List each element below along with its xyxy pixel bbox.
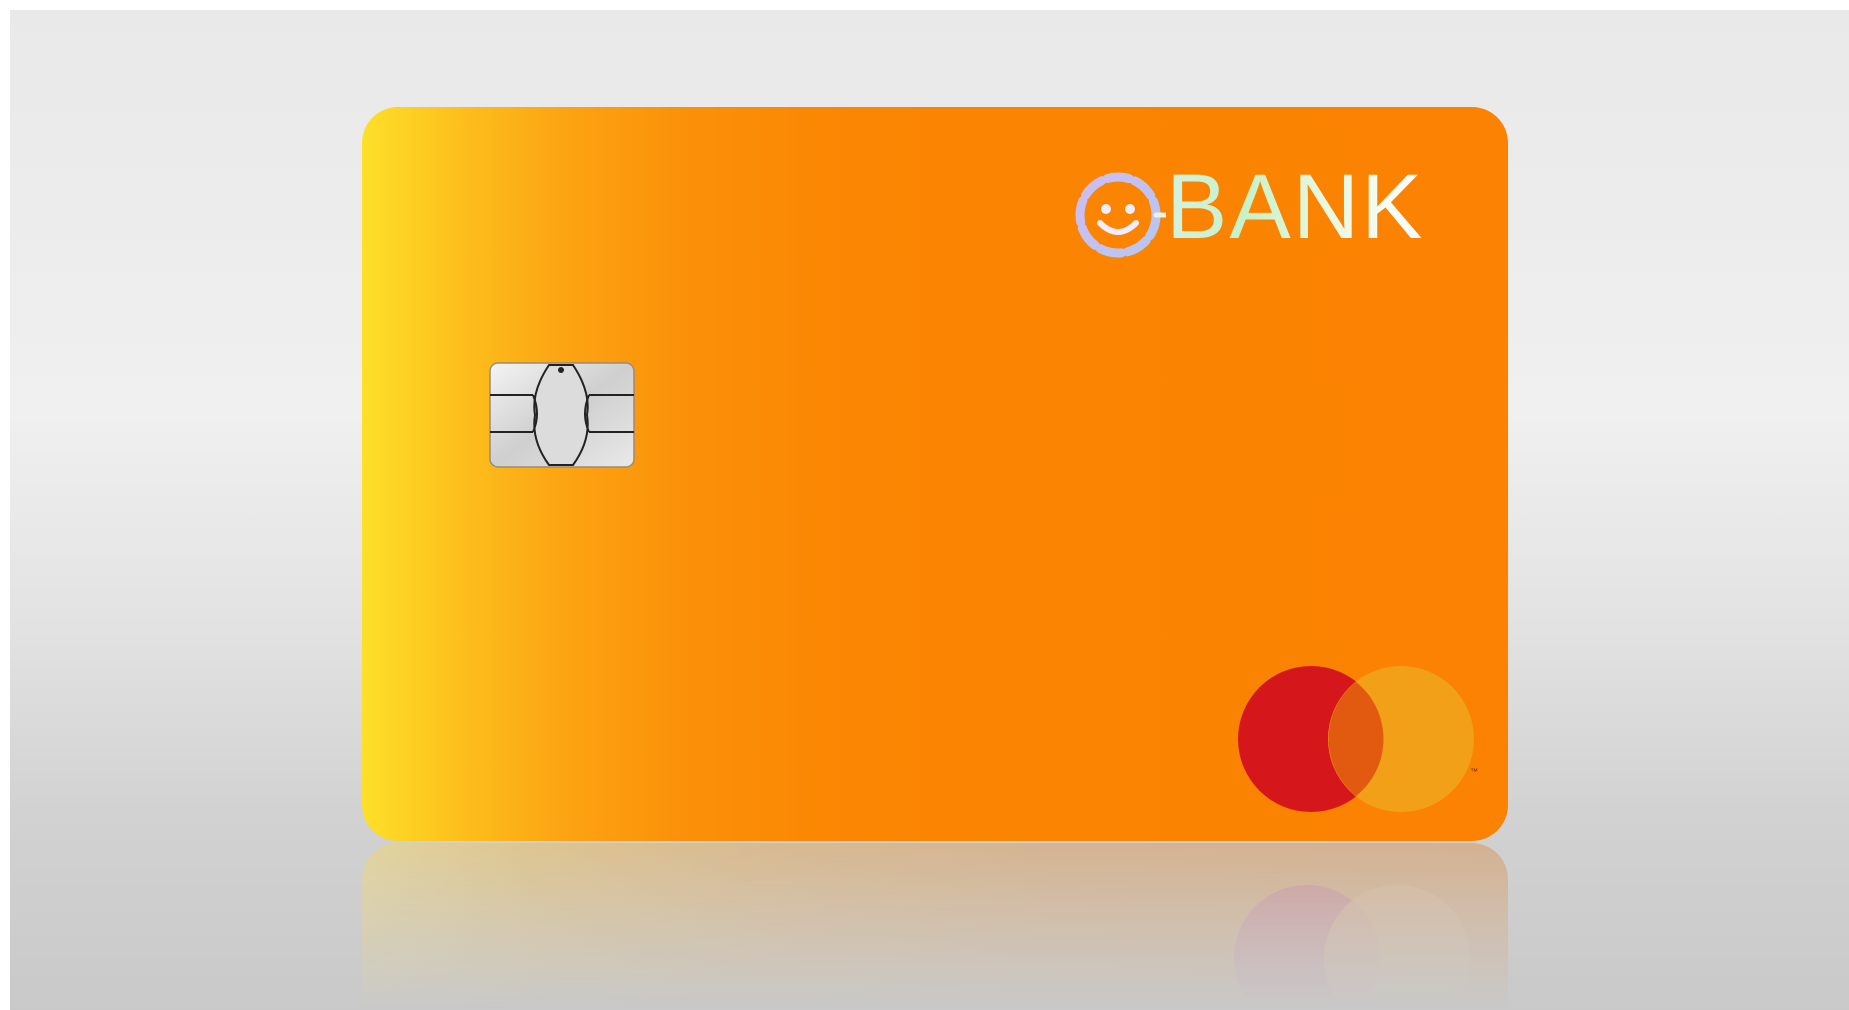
scene-background: BANK ™ xyxy=(10,10,1849,1010)
mastercard-logo-icon xyxy=(1238,666,1474,812)
emv-chip-icon xyxy=(489,362,635,468)
trademark-symbol: ™ xyxy=(1470,767,1478,776)
card-reflection xyxy=(362,843,1508,1010)
smiley-face-icon xyxy=(1075,172,1166,258)
bank-logo-text: BANK xyxy=(1166,156,1425,258)
mastercard-reflection-icon xyxy=(1234,885,1470,1010)
bank-logo: BANK xyxy=(1056,156,1456,258)
credit-card: BANK ™ xyxy=(362,107,1508,841)
